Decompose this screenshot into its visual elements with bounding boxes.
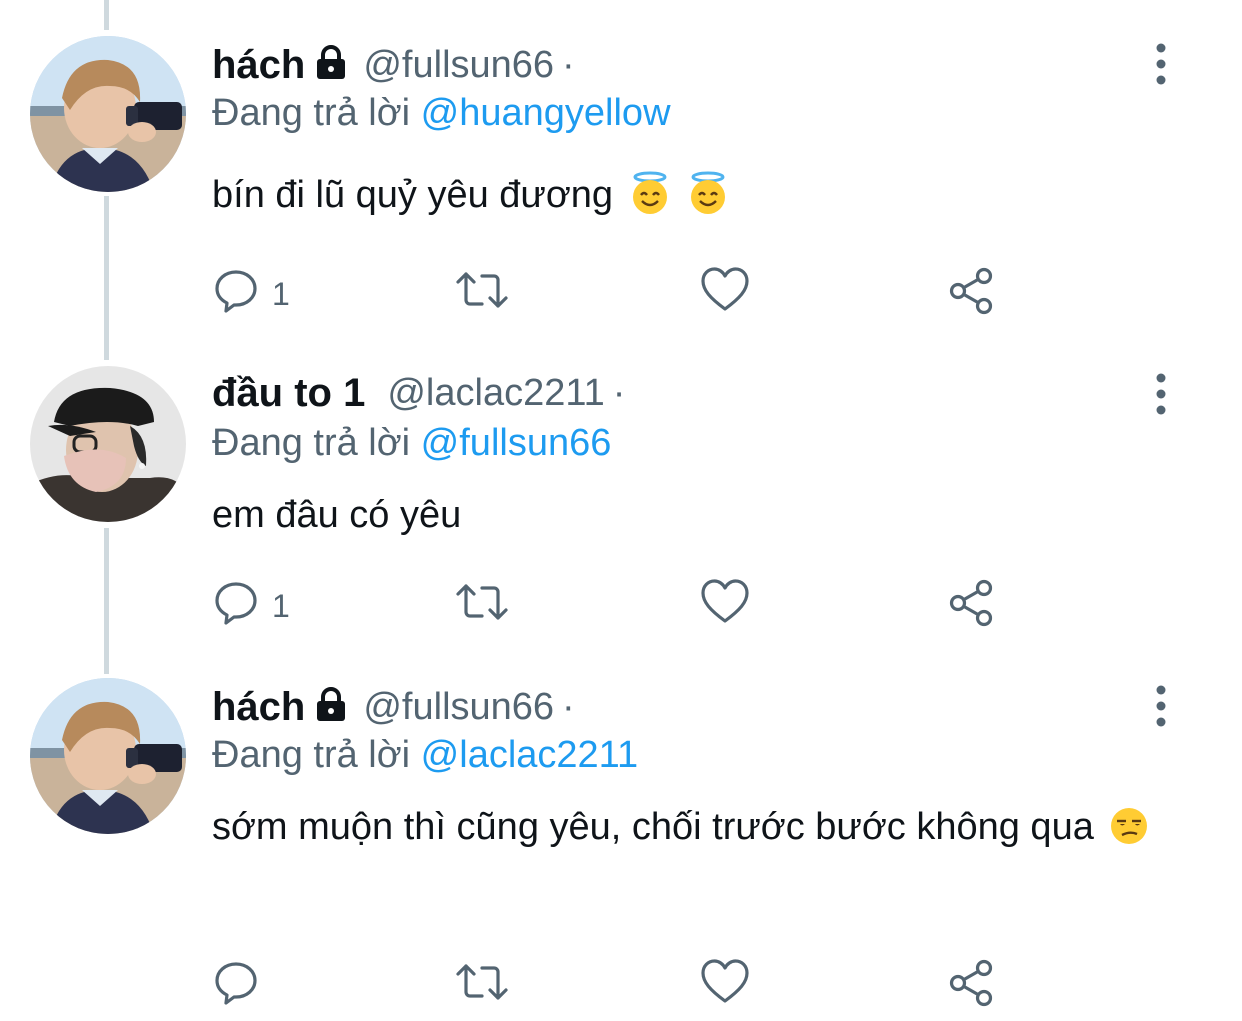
display-name[interactable]: đầu to 1 xyxy=(212,371,365,416)
tweet-actions: 1 xyxy=(212,266,1012,316)
reply-button[interactable] xyxy=(212,958,272,1014)
tweet[interactable]: hách @fullsun66 · Đang trả lời @huangyel… xyxy=(0,0,1242,340)
reply-mention-link[interactable]: @huangyellow xyxy=(421,92,671,134)
smiling-face-with-halo-icon xyxy=(686,171,730,234)
lock-icon xyxy=(313,686,349,728)
like-button[interactable] xyxy=(700,266,750,322)
tweet-header: hách @fullsun66 · xyxy=(212,40,575,90)
like-button[interactable] xyxy=(700,578,750,634)
reply-prefix: Đang trả lời xyxy=(212,92,411,134)
tweet-text-container: em đâu có yêu xyxy=(212,484,1172,546)
retweet-button[interactable] xyxy=(454,958,510,1014)
share-button[interactable] xyxy=(946,578,996,636)
comment-icon xyxy=(212,578,260,634)
like-icon xyxy=(700,958,750,1014)
reply-mention-link[interactable]: @fullsun66 xyxy=(421,422,612,464)
reply-prefix: Đang trả lời xyxy=(212,422,411,464)
more-icon[interactable] xyxy=(1146,372,1176,416)
reply-button[interactable]: 1 xyxy=(212,266,290,322)
tweet-actions xyxy=(212,958,1012,1008)
like-button[interactable] xyxy=(700,958,750,1014)
username[interactable]: @fullsun66 xyxy=(363,686,554,729)
smiling-face-with-halo-icon xyxy=(628,171,672,234)
share-icon xyxy=(946,958,996,1016)
share-icon xyxy=(946,266,996,324)
like-icon xyxy=(700,578,750,634)
retweet-icon xyxy=(454,266,510,322)
share-icon xyxy=(946,578,996,636)
retweet-button[interactable] xyxy=(454,578,510,634)
reply-button[interactable]: 1 xyxy=(212,578,290,634)
comment-icon xyxy=(212,958,260,1014)
avatar[interactable] xyxy=(30,366,186,522)
more-icon[interactable] xyxy=(1146,42,1176,86)
unamused-face-icon xyxy=(1108,804,1150,866)
reply-count: 1 xyxy=(272,587,290,624)
reply-context: Đang trả lời @fullsun66 xyxy=(212,422,611,465)
retweet-button[interactable] xyxy=(454,266,510,322)
avatar[interactable] xyxy=(30,36,186,192)
tweet-text: sớm muộn thì cũng yêu, chối trước bước k… xyxy=(212,806,1094,848)
retweet-icon xyxy=(454,958,510,1014)
username[interactable]: @laclac2211 xyxy=(387,372,604,415)
more-icon[interactable] xyxy=(1146,684,1176,728)
retweet-icon xyxy=(454,578,510,634)
tweet-text-container: bín đi lũ quỷ yêu đương xyxy=(212,164,1172,234)
comment-icon xyxy=(212,266,260,322)
tweet-text: em đâu có yêu xyxy=(212,494,462,536)
display-name[interactable]: hách xyxy=(212,685,305,730)
tweet[interactable]: hách @fullsun66 · Đang trả lời @laclac22… xyxy=(0,660,1242,1021)
avatar[interactable] xyxy=(30,678,186,834)
share-button[interactable] xyxy=(946,958,996,1016)
tweet[interactable]: đầu to 1 @laclac2211 · Đang trả lời @ful… xyxy=(0,340,1242,660)
tweet-actions: 1 xyxy=(212,578,1012,628)
separator-dot: · xyxy=(562,685,575,728)
tweet-header: đầu to 1 @laclac2211 · xyxy=(212,368,625,418)
separator-dot: · xyxy=(562,43,575,86)
reply-context: Đang trả lời @laclac2211 xyxy=(212,734,638,777)
tweet-text: bín đi lũ quỷ yêu đương xyxy=(212,174,614,216)
separator-dot: · xyxy=(612,371,626,414)
username[interactable]: @fullsun66 xyxy=(363,44,554,87)
tweet-text-container: sớm muộn thì cũng yêu, chối trước bước k… xyxy=(212,796,1172,866)
share-button[interactable] xyxy=(946,266,996,324)
reply-prefix: Đang trả lời xyxy=(212,734,411,776)
reply-count: 1 xyxy=(272,275,290,312)
reply-mention-link[interactable]: @laclac2211 xyxy=(421,734,638,776)
tweet-header: hách @fullsun66 · xyxy=(212,682,575,732)
like-icon xyxy=(700,266,750,322)
reply-context: Đang trả lời @huangyellow xyxy=(212,92,671,135)
lock-icon xyxy=(313,44,349,86)
display-name[interactable]: hách xyxy=(212,43,305,88)
